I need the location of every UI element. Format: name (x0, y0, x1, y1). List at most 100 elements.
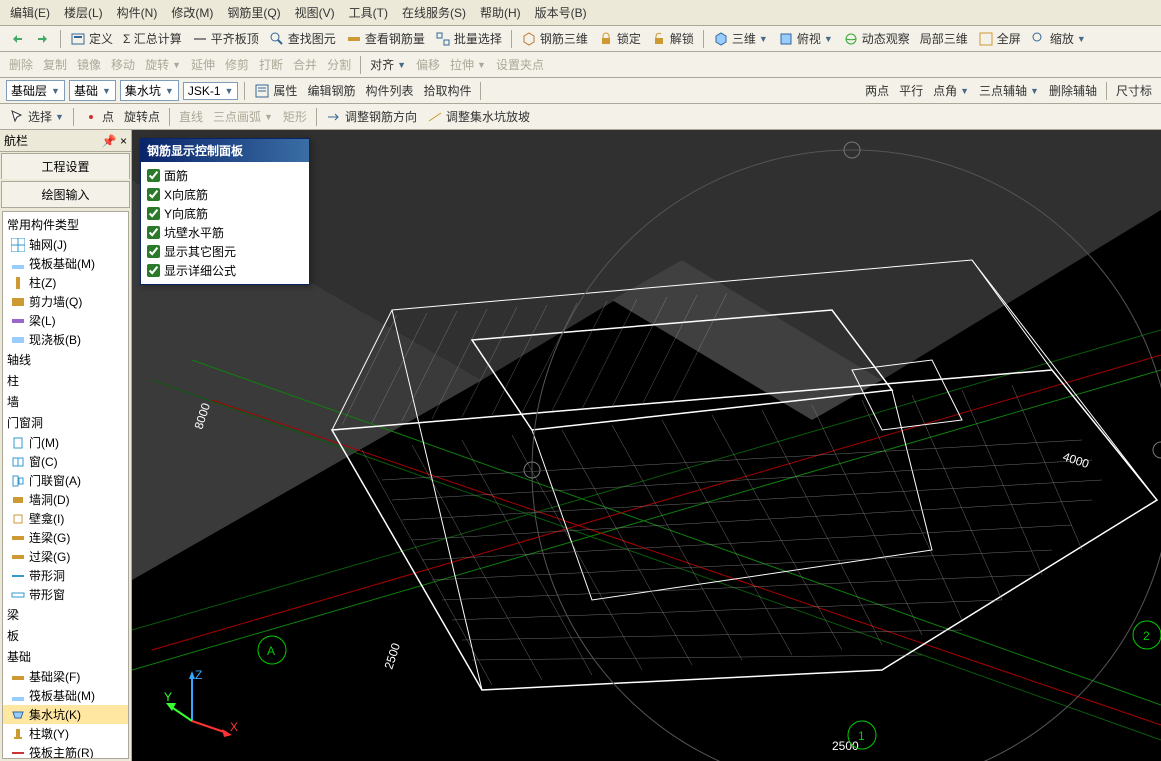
tree-raftmain[interactable]: 筏板主筋(R) (3, 743, 128, 759)
tree-raft[interactable]: 筏板基础(M) (3, 254, 128, 273)
rotpoint-btn[interactable]: 旋转点 (120, 106, 164, 127)
group-axis[interactable]: 轴线 (3, 349, 128, 370)
group-column[interactable]: 柱 (3, 370, 128, 391)
batch-btn[interactable]: 批量选择 (431, 28, 506, 49)
group-beam[interactable]: 梁 (3, 604, 128, 625)
pin-icon[interactable]: 📌 (102, 134, 117, 148)
group-slab[interactable]: 板 (3, 625, 128, 646)
steel3d-btn[interactable]: 钢筋三维 (517, 28, 592, 49)
check-show-formula[interactable]: 显示详细公式 (145, 261, 305, 280)
orbit-btn[interactable]: 动态观察 (839, 28, 914, 49)
rebar-display-panel[interactable]: 钢筋显示控制面板 面筋 X向底筋 Y向底筋 坑壁水平筋 显示其它图元 显示详细公… (140, 138, 310, 285)
tree-fbeam[interactable]: 基础梁(F) (3, 667, 128, 686)
rotate-btn[interactable]: 旋转▼ (141, 54, 185, 75)
editrebar-btn[interactable]: 编辑钢筋 (303, 80, 359, 101)
adjust-dir-btn[interactable]: 调整钢筋方向 (322, 106, 421, 127)
delete-btn[interactable]: 删除 (5, 54, 37, 75)
define-btn[interactable]: 定义 (66, 28, 117, 49)
rebar-btn[interactable]: 查看钢筋量 (342, 28, 429, 49)
check-wall-horiz[interactable]: 坑壁水平筋 (145, 223, 305, 242)
check-top-rebar[interactable]: 面筋 (145, 166, 305, 185)
setpoint-btn[interactable]: 设置夹点 (492, 54, 548, 75)
menu-floor[interactable]: 楼层(L) (58, 2, 109, 23)
pick-btn[interactable]: 拾取构件 (419, 80, 475, 101)
menu-view[interactable]: 视图(V) (289, 2, 341, 23)
tree-beam[interactable]: 梁(L) (3, 311, 128, 330)
check-show-other[interactable]: 显示其它图元 (145, 242, 305, 261)
tab-project[interactable]: 工程设置 (1, 153, 130, 179)
tree-fraft[interactable]: 筏板基础(M) (3, 686, 128, 705)
select-btn[interactable]: 选择▼ (5, 106, 68, 127)
tab-draw[interactable]: 绘图输入 (1, 181, 130, 208)
check-y-bottom[interactable]: Y向底筋 (145, 204, 305, 223)
delaux-btn[interactable]: 删除辅轴 (1045, 80, 1101, 101)
sum-btn[interactable]: Σ 汇总计算 (119, 28, 186, 49)
copy-btn[interactable]: 复制 (39, 54, 71, 75)
extend-btn[interactable]: 延伸 (187, 54, 219, 75)
3d-btn[interactable]: 三维▼ (709, 28, 772, 49)
tree-pier[interactable]: 柱墩(Y) (3, 724, 128, 743)
menu-help[interactable]: 帮助(H) (474, 2, 527, 23)
group-foundation[interactable]: 基础 (3, 646, 128, 667)
menu-rebar[interactable]: 钢筋里(Q) (221, 2, 286, 23)
merge-btn[interactable]: 合并 (289, 54, 321, 75)
lock-btn[interactable]: 锁定 (594, 28, 645, 49)
tree-lintel2[interactable]: 过梁(G) (3, 547, 128, 566)
arc-btn[interactable]: 三点画弧▼ (209, 106, 277, 127)
offset-btn[interactable]: 偏移 (412, 54, 444, 75)
align-btn[interactable]: 对齐▼ (366, 54, 410, 75)
mirror-btn[interactable]: 镜像 (73, 54, 105, 75)
undo-icon[interactable] (5, 29, 29, 49)
tree-column[interactable]: 柱(Z) (3, 273, 128, 292)
tree-niche[interactable]: 壁龛(I) (3, 509, 128, 528)
topview-btn[interactable]: 俯视▼ (774, 28, 837, 49)
instance-select[interactable]: JSK-1▼ (183, 82, 239, 100)
panel-title[interactable]: 钢筋显示控制面板 (141, 139, 309, 162)
unlock-btn[interactable]: 解锁 (647, 28, 698, 49)
tree-stripwin[interactable]: 带形窗 (3, 585, 128, 604)
move-btn[interactable]: 移动 (107, 54, 139, 75)
tree-door[interactable]: 门(M) (3, 433, 128, 452)
trim-btn[interactable]: 修剪 (221, 54, 253, 75)
rect-btn[interactable]: 矩形 (279, 106, 311, 127)
type-select[interactable]: 集水坑▼ (120, 80, 179, 101)
tree-doorwindow[interactable]: 门联窗(A) (3, 471, 128, 490)
fullscreen-btn[interactable]: 全屏 (974, 28, 1025, 49)
check-x-bottom[interactable]: X向底筋 (145, 185, 305, 204)
category-select[interactable]: 基础▼ (69, 80, 116, 101)
menu-edit[interactable]: 编辑(E) (4, 2, 56, 23)
tree-axisgrid[interactable]: 轴网(J) (3, 235, 128, 254)
find-btn[interactable]: 查找图元 (265, 28, 340, 49)
tree-stripopen[interactable]: 带形洞 (3, 566, 128, 585)
tree-window[interactable]: 窗(C) (3, 452, 128, 471)
split-btn[interactable]: 分割 (323, 54, 355, 75)
list-btn[interactable]: 构件列表 (361, 80, 417, 101)
flat-btn[interactable]: 平齐板顶 (188, 28, 263, 49)
group-wall[interactable]: 墙 (3, 391, 128, 412)
adjust-slope-btn[interactable]: 调整集水坑放坡 (423, 106, 534, 127)
auxaxis-btn[interactable]: 三点辅轴▼ (975, 80, 1043, 101)
tree-shearwall[interactable]: 剪力墙(Q) (3, 292, 128, 311)
menu-tools[interactable]: 工具(T) (343, 2, 394, 23)
stretch-btn[interactable]: 拉伸▼ (446, 54, 490, 75)
dim-btn[interactable]: 尺寸标 (1112, 80, 1156, 101)
tree-lintel[interactable]: 连梁(G) (3, 528, 128, 547)
group-opening[interactable]: 门窗洞 (3, 412, 128, 433)
menu-modify[interactable]: 修改(M) (165, 2, 219, 23)
close-icon[interactable]: × (120, 134, 127, 148)
local3d-btn[interactable]: 局部三维 (916, 28, 972, 49)
point-btn[interactable]: 点 (79, 106, 118, 127)
twopoint-btn[interactable]: 两点 (861, 80, 893, 101)
line-btn[interactable]: 直线 (175, 106, 207, 127)
tree-sump[interactable]: 集水坑(K) (3, 705, 128, 724)
tree-slab[interactable]: 现浇板(B) (3, 330, 128, 349)
viewport[interactable]: 8000 2500 2500 4000 A 1 2 钢筋显示控制面板 面筋 X向… (132, 130, 1161, 761)
redo-icon[interactable] (31, 29, 55, 49)
break-btn[interactable]: 打断 (255, 54, 287, 75)
menu-version[interactable]: 版本号(B) (529, 2, 593, 23)
pointangle-btn[interactable]: 点角▼ (929, 80, 973, 101)
layer-select[interactable]: 基础层▼ (6, 80, 65, 101)
menu-component[interactable]: 构件(N) (111, 2, 164, 23)
tree-wallopen[interactable]: 墙洞(D) (3, 490, 128, 509)
menu-online[interactable]: 在线服务(S) (396, 2, 472, 23)
